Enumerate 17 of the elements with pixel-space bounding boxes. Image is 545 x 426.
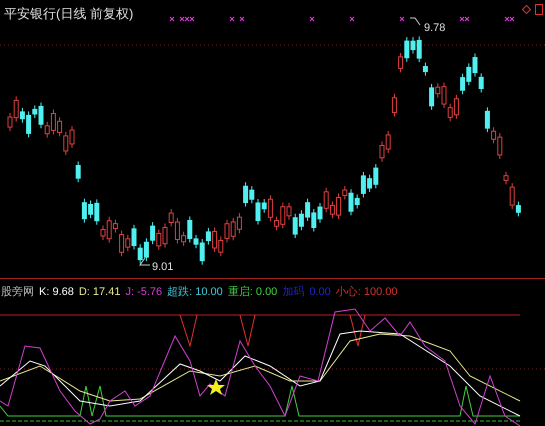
diamond-icon <box>522 5 531 14</box>
legend-label: K: 9.68 <box>39 285 74 300</box>
stock-title: 平安银行(日线 前复权) <box>4 5 134 23</box>
legend-label: D: 17.41 <box>78 285 120 300</box>
star-icon <box>207 379 225 395</box>
high-price-label: 9.78 <box>424 21 446 36</box>
legend-label: J: -5.76 <box>125 285 162 300</box>
legend-label: 加码 <box>282 285 304 300</box>
legend-label: 超跌: 10.00 <box>167 285 223 300</box>
legend-label: 小心: 100.00 <box>336 284 398 300</box>
square-icon <box>535 4 543 15</box>
leader-line <box>410 18 420 26</box>
legend-label: 股旁网 <box>1 284 34 300</box>
legend-label: 0.00 <box>309 285 331 300</box>
leader-line <box>139 258 150 266</box>
low-price-label: 9.01 <box>152 260 174 275</box>
legend-label: 重启: 0.00 <box>228 284 278 300</box>
